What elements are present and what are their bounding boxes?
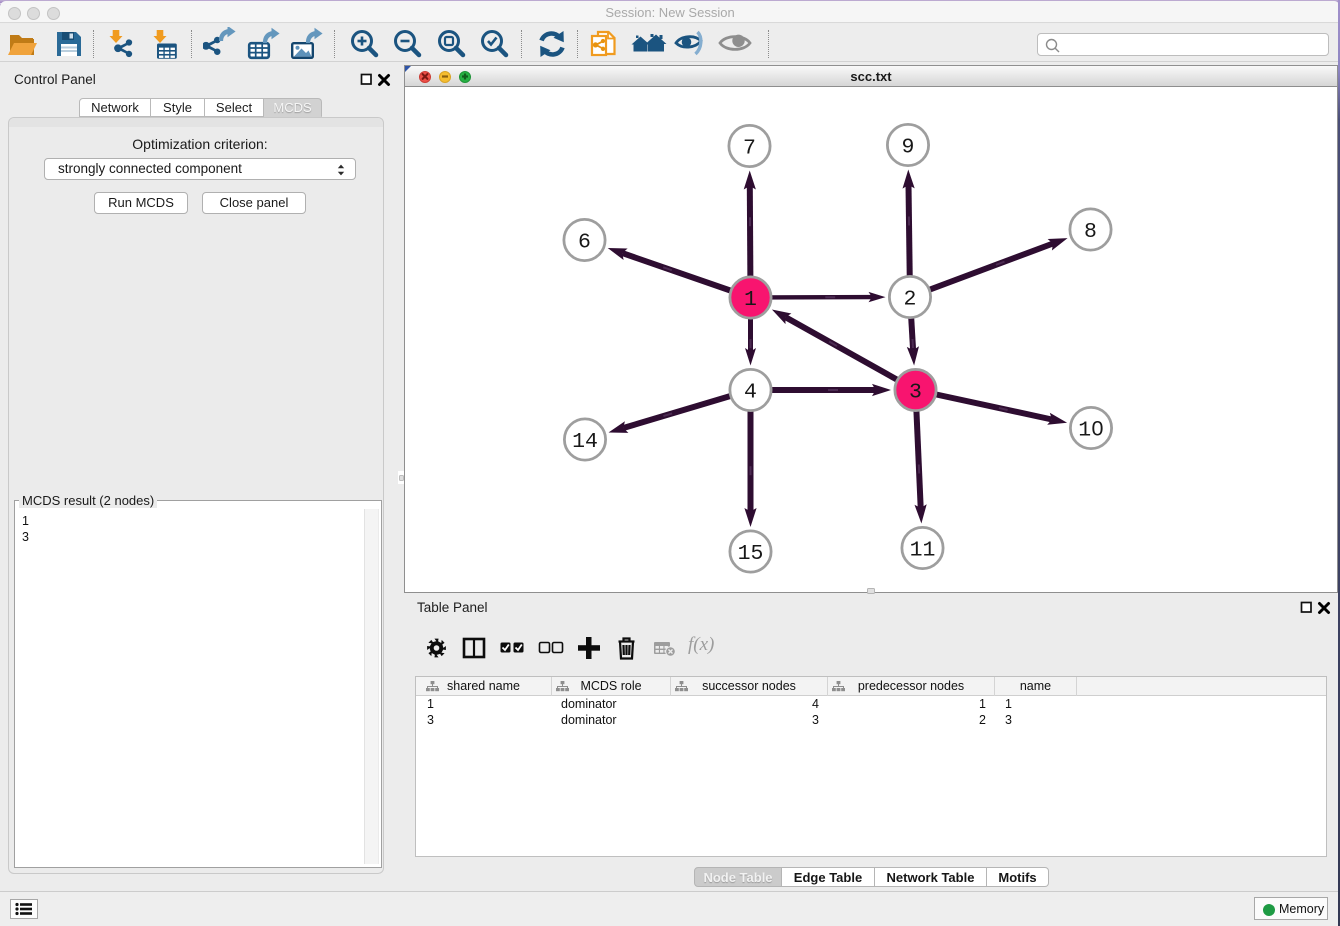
svg-text:1: 1 [744,288,757,312]
svg-text:9: 9 [902,136,915,160]
svg-text:1: 1 [1078,419,1091,443]
svg-text:3: 3 [909,381,922,405]
svg-text:8: 8 [1084,220,1097,244]
svg-text:6: 6 [578,231,591,255]
svg-text:2: 2 [904,288,917,312]
svg-text:4: 4 [744,381,757,405]
svg-text:7: 7 [743,137,756,161]
svg-text:0: 0 [1092,417,1104,441]
svg-text:15: 15 [738,542,764,566]
svg-text:11: 11 [910,539,936,563]
svg-text:14: 14 [572,430,598,454]
